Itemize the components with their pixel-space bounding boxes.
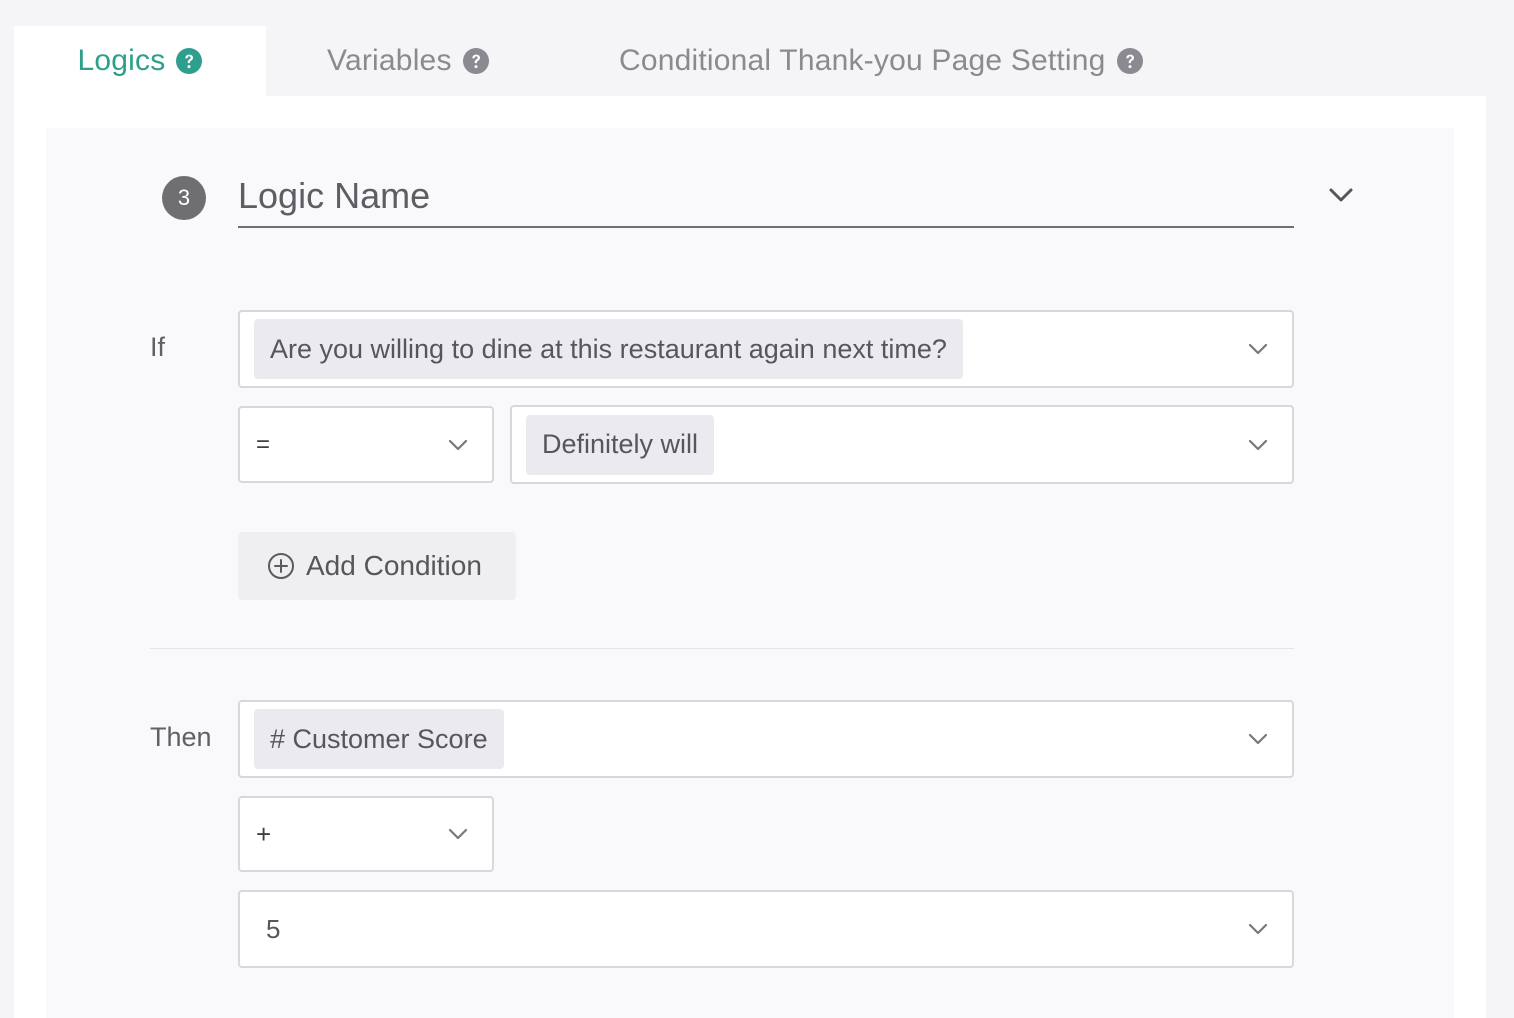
chevron-down-icon <box>1246 917 1270 941</box>
tab-logics[interactable]: Logics <box>14 26 266 96</box>
chevron-down-icon <box>1246 433 1270 457</box>
tab-variables-label: Variables <box>327 44 452 77</box>
logic-name-input[interactable] <box>238 166 1294 228</box>
answer-chip: Definitely will <box>526 414 715 475</box>
if-answer-select[interactable]: Definitely will <box>510 405 1294 484</box>
chevron-down-icon <box>1246 727 1270 751</box>
tab-conditional-thank-you-label: Conditional Thank-you Page Setting <box>619 44 1106 77</box>
plus-circle-icon <box>266 551 296 581</box>
tab-variables[interactable]: Variables <box>327 26 489 96</box>
section-divider <box>150 648 1294 649</box>
variable-chip: # Customer Score <box>254 709 504 769</box>
step-number-badge: 3 <box>162 176 206 220</box>
tab-bar: Logics Variables Conditional Thank-you P… <box>14 26 1486 96</box>
tab-conditional-thank-you[interactable]: Conditional Thank-you Page Setting <box>619 26 1143 96</box>
add-condition-button[interactable]: Add Condition <box>238 532 516 600</box>
then-variable-select[interactable]: # Customer Score <box>238 700 1294 778</box>
chevron-down-icon <box>1246 337 1270 361</box>
help-circle-icon[interactable] <box>1116 48 1143 74</box>
if-operator-select[interactable]: = <box>238 406 494 483</box>
question-chip: Are you willing to dine at this restaura… <box>254 319 963 379</box>
tab-logics-label: Logics <box>77 44 166 77</box>
then-label: Then <box>150 722 212 752</box>
then-operator-select[interactable]: + <box>238 796 494 872</box>
if-label: If <box>150 332 166 362</box>
chevron-down-icon <box>446 433 470 457</box>
chevron-down-icon[interactable] <box>1326 180 1356 210</box>
chevron-down-icon <box>446 822 470 846</box>
then-value-select[interactable]: 5 <box>238 890 1294 968</box>
operator-value: = <box>256 430 271 458</box>
if-question-select[interactable]: Are you willing to dine at this restaura… <box>238 310 1294 388</box>
logic-card: 3 If Are you willing to dine at this res… <box>46 128 1454 1018</box>
operator-value: + <box>256 818 272 849</box>
tab-panel: 3 If Are you willing to dine at this res… <box>14 96 1486 1018</box>
help-circle-icon[interactable] <box>176 48 203 74</box>
add-condition-label: Add Condition <box>306 550 482 581</box>
value-text: 5 <box>266 913 281 944</box>
help-circle-icon[interactable] <box>462 48 489 74</box>
